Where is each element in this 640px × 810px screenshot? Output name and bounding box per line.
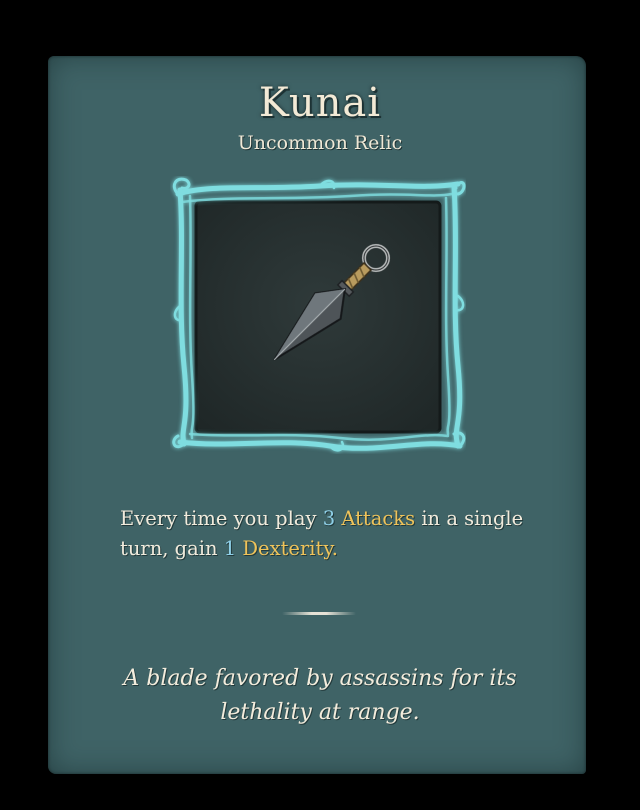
keyword-attacks: Attacks: [341, 507, 416, 530]
relic-description: Every time you play 3 Attacks in a singl…: [120, 504, 530, 564]
relic-image-frame: [170, 176, 466, 454]
relic-rarity: Uncommon Relic: [237, 132, 403, 154]
ornate-frame: [172, 177, 466, 452]
divider: [282, 612, 356, 615]
dexterity-amount: 1: [223, 537, 237, 560]
relic-flavor-text: A blade favored by assassins for its let…: [123, 666, 517, 725]
relic-title: Kunai: [258, 80, 382, 126]
description-text-1: Every time you play: [120, 507, 323, 530]
attack-count: 3: [322, 507, 336, 530]
keyword-dexterity: Dexterity.: [242, 537, 338, 560]
